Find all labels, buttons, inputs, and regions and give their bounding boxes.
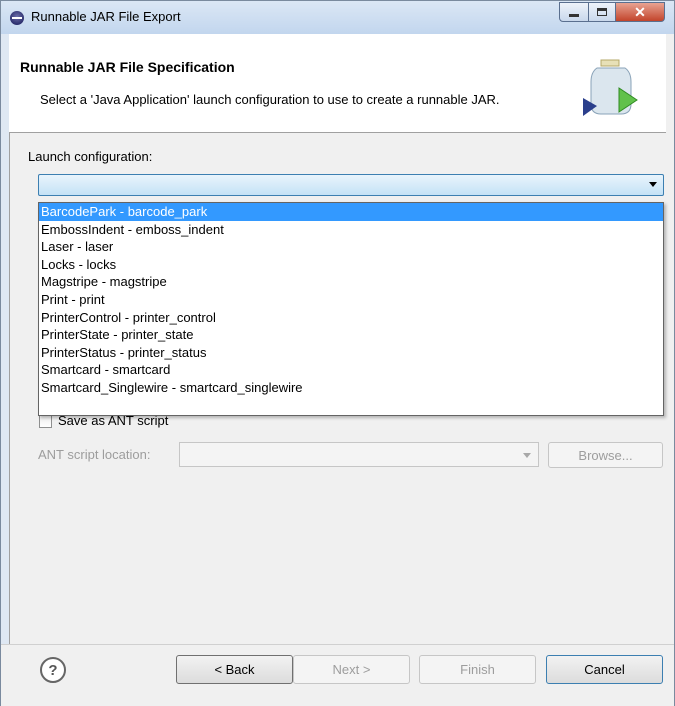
save-ant-checkbox[interactable] [39, 415, 52, 428]
window-title: Runnable JAR File Export [31, 9, 181, 24]
page-description: Select a 'Java Application' launch confi… [40, 92, 500, 107]
back-button[interactable]: < Back [176, 655, 293, 684]
dropdown-option[interactable]: Smartcard - smartcard [39, 361, 663, 379]
cancel-button[interactable]: Cancel [546, 655, 663, 684]
export-dialog: Runnable JAR File Export ✕ Runnable JAR … [0, 0, 675, 706]
next-button[interactable]: Next > [293, 655, 410, 684]
maximize-icon [597, 8, 607, 16]
launch-config-label: Launch configuration: [28, 149, 153, 164]
dropdown-option[interactable]: PrinterControl - printer_control [39, 309, 663, 327]
dropdown-option[interactable]: Laser - laser [39, 238, 663, 256]
help-icon[interactable]: ? [40, 657, 66, 683]
finish-button[interactable]: Finish [419, 655, 536, 684]
launch-config-dropdown-list: BarcodePark - barcode_park EmbossIndent -… [38, 202, 664, 416]
close-icon: ✕ [634, 3, 646, 20]
dropdown-option[interactable]: EmbossIndent - emboss_indent [39, 221, 663, 239]
ant-location-label: ANT script location: [38, 447, 151, 462]
close-button[interactable]: ✕ [615, 2, 665, 22]
jar-export-icon [583, 59, 638, 116]
page-title: Runnable JAR File Specification [20, 59, 235, 75]
chevron-down-icon[interactable] [649, 182, 657, 187]
eclipse-icon [10, 11, 24, 25]
dropdown-option[interactable]: Magstripe - magstripe [39, 273, 663, 291]
dropdown-option[interactable]: Smartcard_Singlewire - smartcard_singlew… [39, 379, 663, 397]
wizard-header: Runnable JAR File Specification Select a… [9, 34, 666, 133]
dropdown-option[interactable]: PrinterState - printer_state [39, 326, 663, 344]
dropdown-option[interactable]: Print - print [39, 291, 663, 309]
maximize-button[interactable] [588, 2, 616, 22]
launch-config-combo[interactable] [38, 174, 664, 196]
chevron-down-icon[interactable] [523, 453, 531, 458]
minimize-icon [569, 14, 579, 17]
dropdown-option[interactable]: Locks - locks [39, 256, 663, 274]
dropdown-option[interactable]: PrinterStatus - printer_status [39, 344, 663, 362]
title-bar[interactable]: Runnable JAR File Export ✕ [1, 1, 674, 34]
dropdown-option[interactable]: BarcodePark - barcode_park [39, 203, 663, 221]
browse-button[interactable]: Browse... [548, 442, 663, 468]
minimize-button[interactable] [559, 2, 589, 22]
ant-location-combo[interactable] [179, 442, 539, 467]
